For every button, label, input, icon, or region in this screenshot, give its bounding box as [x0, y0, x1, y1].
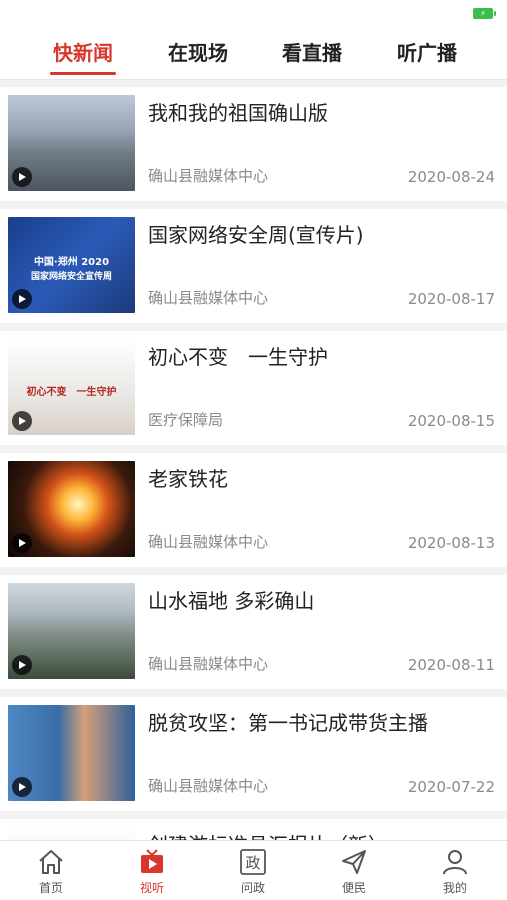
play-icon — [12, 411, 32, 431]
item-title: 创建游标准县汇报片（新） — [148, 829, 495, 840]
play-icon — [12, 167, 32, 187]
list-item[interactable]: 老家铁花 确山县融媒体中心 2020-08-13 — [0, 453, 507, 567]
video-thumbnail[interactable]: 中国·郑州 2020 国家网络安全宣传周 — [8, 217, 135, 313]
item-title: 初心不变 一生守护 — [148, 345, 328, 369]
tab-quick-news[interactable]: 快新闻 — [48, 38, 118, 75]
item-source: 确山县融媒体中心 — [148, 655, 269, 673]
bottom-nav: 首页 视听 政 问政 便民 我的 — [0, 840, 507, 900]
list-item[interactable]: 脱贫攻坚：第一书记成带货主播 确山县融媒体中心 2020-07-22 — [0, 697, 507, 811]
list-item[interactable]: 我和我的祖国确山版 确山县融媒体中心 2020-08-24 — [0, 87, 507, 201]
send-icon — [342, 850, 366, 874]
list-item[interactable]: 山水福地 多彩确山 确山县融媒体中心 2020-08-11 — [0, 575, 507, 689]
item-date: 2020-08-24 — [407, 168, 495, 186]
play-icon — [12, 533, 32, 553]
item-date: 2020-08-15 — [407, 412, 495, 430]
nav-video[interactable]: 视听 — [117, 847, 187, 899]
politics-icon: 政 — [240, 849, 266, 875]
item-source: 确山县融媒体中心 — [148, 167, 269, 185]
item-source: 确山县融媒体中心 — [148, 777, 269, 795]
video-icon — [141, 849, 163, 873]
item-title: 国家网络安全周(宣传片) — [148, 223, 364, 247]
list-item[interactable]: 创建游标准县汇报片（新） — [0, 819, 507, 840]
nav-politics[interactable]: 政 问政 — [218, 847, 288, 899]
video-thumbnail[interactable] — [8, 827, 135, 840]
item-source: 确山县融媒体中心 — [148, 533, 269, 551]
video-thumbnail[interactable] — [8, 583, 135, 679]
battery-icon: ⚡ — [473, 8, 496, 19]
video-thumbnail[interactable] — [8, 461, 135, 557]
nav-profile[interactable]: 我的 — [420, 847, 490, 899]
list-item[interactable]: 初心不变 一生守护 初心不变 一生守护 医疗保障局 2020-08-15 — [0, 331, 507, 445]
tab-listen-radio[interactable]: 听广播 — [392, 38, 462, 72]
video-thumbnail[interactable]: 初心不变 一生守护 — [8, 339, 135, 435]
item-source: 医疗保障局 — [148, 411, 224, 429]
tab-on-site[interactable]: 在现场 — [163, 38, 233, 72]
item-title: 山水福地 多彩确山 — [148, 589, 315, 613]
item-title: 脱贫攻坚：第一书记成带货主播 — [148, 711, 428, 735]
nav-label: 视听 — [139, 881, 164, 895]
video-thumbnail[interactable] — [8, 705, 135, 801]
tab-watch-live[interactable]: 看直播 — [277, 38, 347, 72]
status-bar: ⚡ — [0, 0, 507, 28]
video-thumbnail[interactable] — [8, 95, 135, 191]
nav-home[interactable]: 首页 — [16, 847, 86, 899]
nav-convenience[interactable]: 便民 — [319, 847, 389, 899]
home-icon — [39, 850, 63, 874]
item-title: 我和我的祖国确山版 — [148, 101, 328, 125]
nav-label: 首页 — [38, 881, 63, 895]
item-title: 老家铁花 — [148, 467, 228, 491]
thumbnail-caption: 国家网络安全宣传周 — [30, 272, 112, 282]
nav-label: 我的 — [442, 881, 467, 895]
video-feed: 我和我的祖国确山版 确山县融媒体中心 2020-08-24 中国·郑州 2020… — [0, 87, 507, 840]
item-source: 确山县融媒体中心 — [148, 289, 269, 307]
svg-text:政: 政 — [245, 854, 260, 872]
profile-icon — [443, 850, 467, 875]
item-date: 2020-07-22 — [407, 778, 495, 796]
top-tabs: 快新闻 在现场 看直播 听广播 — [0, 28, 507, 80]
thumbnail-caption: 中国·郑州 2020 — [33, 257, 110, 268]
list-item[interactable]: 中国·郑州 2020 国家网络安全宣传周 国家网络安全周(宣传片) 确山县融媒体… — [0, 209, 507, 323]
item-date: 2020-08-11 — [407, 656, 495, 674]
nav-label: 问政 — [240, 881, 265, 895]
item-date: 2020-08-17 — [407, 290, 495, 308]
nav-label: 便民 — [341, 881, 366, 895]
item-date: 2020-08-13 — [407, 534, 495, 552]
play-icon — [12, 289, 32, 309]
play-icon — [12, 655, 32, 675]
thumbnail-caption: 初心不变 一生守护 — [26, 387, 117, 398]
play-icon — [12, 777, 32, 797]
